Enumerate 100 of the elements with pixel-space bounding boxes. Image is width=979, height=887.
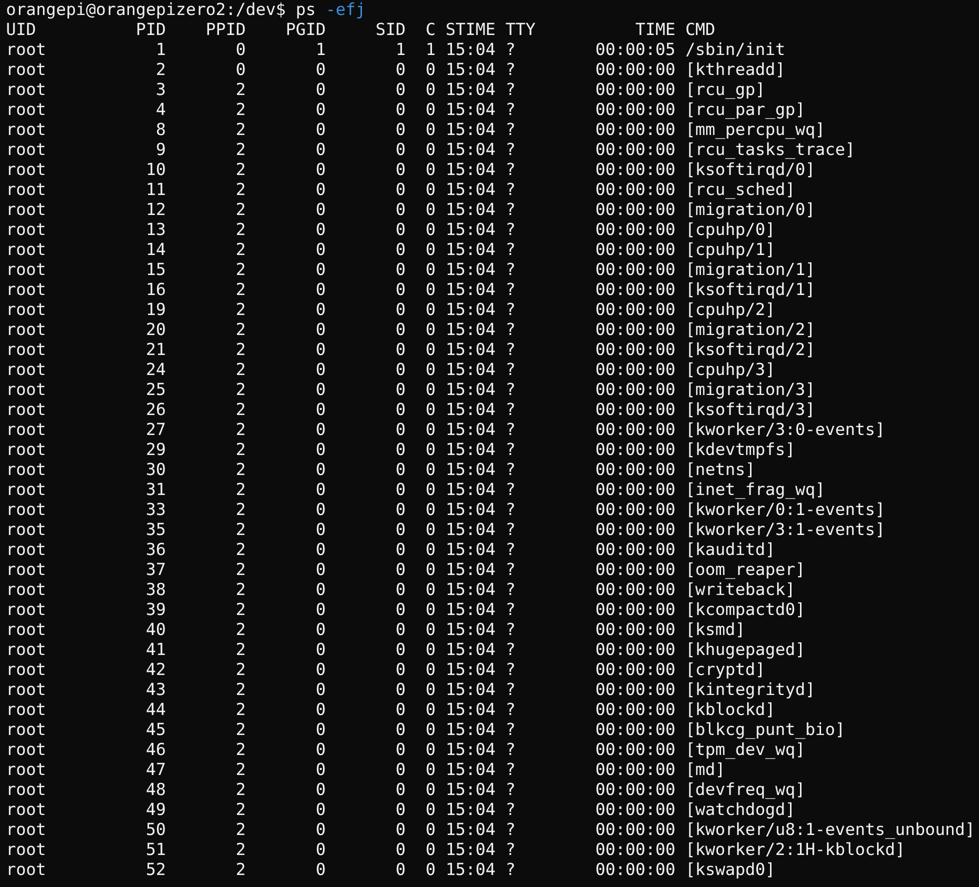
table-cell: 00:00:00 bbox=[595, 720, 676, 739]
table-cell: 45 bbox=[146, 720, 166, 739]
table-cell: 49 bbox=[146, 800, 166, 819]
table-cell: 00:00:00 bbox=[595, 120, 676, 139]
table-cell: 15:04 bbox=[446, 760, 496, 779]
table-cell: 0 bbox=[396, 140, 406, 159]
table-cell: 0 bbox=[426, 700, 436, 719]
table-cell: ? bbox=[506, 500, 516, 519]
table-cell: 0 bbox=[396, 560, 406, 579]
table-cell: [md] bbox=[685, 760, 726, 779]
table-cell: 15:04 bbox=[446, 520, 496, 539]
table-cell: 0 bbox=[426, 100, 436, 119]
table-cell: 0 bbox=[426, 240, 436, 259]
table-cell: 15:04 bbox=[446, 820, 496, 839]
table-cell: 0 bbox=[316, 800, 326, 819]
table-cell: 2 bbox=[236, 180, 246, 199]
table-cell: [rcu_tasks_trace] bbox=[685, 140, 856, 159]
table-cell: 0 bbox=[236, 60, 246, 79]
column-header: C bbox=[426, 20, 436, 39]
table-cell: ? bbox=[506, 400, 516, 419]
table-cell: 0 bbox=[316, 440, 326, 459]
table-cell: 0 bbox=[316, 240, 326, 259]
table-cell: 0 bbox=[426, 60, 436, 79]
table-cell: 2 bbox=[236, 640, 246, 659]
table-cell: 00:00:00 bbox=[595, 220, 676, 239]
table-cell: 15:04 bbox=[446, 220, 496, 239]
table-cell: ? bbox=[506, 60, 516, 79]
column-header: TIME bbox=[635, 20, 676, 39]
table-cell: 15:04 bbox=[446, 640, 496, 659]
table-cell: 0 bbox=[426, 540, 436, 559]
table-cell: 0 bbox=[426, 160, 436, 179]
table-cell: ? bbox=[506, 380, 516, 399]
table-cell: 0 bbox=[396, 240, 406, 259]
table-cell: 0 bbox=[316, 540, 326, 559]
table-cell: 51 bbox=[146, 840, 166, 859]
table-cell: 0 bbox=[396, 460, 406, 479]
column-header: CMD bbox=[685, 20, 716, 39]
table-cell: 0 bbox=[426, 720, 436, 739]
table-cell: 41 bbox=[146, 640, 166, 659]
table-cell: 00:00:00 bbox=[595, 440, 676, 459]
table-cell: 00:00:00 bbox=[595, 280, 676, 299]
table-cell: [ksoftirqd/0] bbox=[685, 160, 816, 179]
table-cell: root bbox=[6, 60, 46, 79]
table-cell: ? bbox=[506, 680, 516, 699]
table-cell: 39 bbox=[146, 600, 166, 619]
table-cell: 1 bbox=[156, 40, 166, 59]
table-cell: 2 bbox=[236, 700, 246, 719]
table-cell: 15:04 bbox=[446, 40, 496, 59]
table-cell: 00:00:00 bbox=[595, 620, 676, 639]
table-cell: [kworker/u8:1-events_unbound] bbox=[685, 820, 976, 839]
table-cell: 00:00:00 bbox=[595, 60, 676, 79]
table-cell: [inet_frag_wq] bbox=[685, 480, 826, 499]
table-cell: 0 bbox=[316, 60, 326, 79]
table-cell: root bbox=[6, 340, 46, 359]
table-cell: ? bbox=[506, 340, 516, 359]
table-cell: 0 bbox=[396, 120, 406, 139]
table-cell: [kworker/3:1-events] bbox=[685, 520, 886, 539]
table-cell: 2 bbox=[236, 760, 246, 779]
table-cell: root bbox=[6, 860, 46, 879]
table-cell: 2 bbox=[236, 860, 246, 879]
table-cell: 0 bbox=[316, 680, 326, 699]
table-cell: 0 bbox=[426, 500, 436, 519]
table-cell: 0 bbox=[316, 280, 326, 299]
table-cell: ? bbox=[506, 40, 516, 59]
table-cell: 00:00:00 bbox=[595, 820, 676, 839]
table-cell: 15:04 bbox=[446, 200, 496, 219]
table-cell: ? bbox=[506, 460, 516, 479]
table-cell: [kauditd] bbox=[685, 540, 776, 559]
table-cell: 0 bbox=[316, 140, 326, 159]
table-cell: 0 bbox=[396, 180, 406, 199]
table-cell: 0 bbox=[426, 760, 436, 779]
table-cell: 2 bbox=[236, 580, 246, 599]
table-cell: 0 bbox=[396, 540, 406, 559]
table-cell: 0 bbox=[396, 380, 406, 399]
table-cell: root bbox=[6, 420, 46, 439]
table-cell: [netns] bbox=[685, 460, 756, 479]
table-cell: 47 bbox=[146, 760, 166, 779]
table-cell: 0 bbox=[316, 500, 326, 519]
table-cell: 0 bbox=[316, 660, 326, 679]
table-cell: 27 bbox=[146, 420, 166, 439]
table-cell: [devfreq_wq] bbox=[685, 780, 806, 799]
table-cell: 0 bbox=[316, 600, 326, 619]
table-cell: 0 bbox=[396, 200, 406, 219]
table-cell: root bbox=[6, 480, 46, 499]
table-cell: 0 bbox=[426, 460, 436, 479]
table-cell: 15:04 bbox=[446, 840, 496, 859]
table-cell: 15:04 bbox=[446, 700, 496, 719]
table-cell: 00:00:00 bbox=[595, 520, 676, 539]
table-cell: ? bbox=[506, 240, 516, 259]
table-cell: [ksoftirqd/2] bbox=[685, 340, 816, 359]
table-cell: 0 bbox=[236, 40, 246, 59]
table-cell: 15:04 bbox=[446, 420, 496, 439]
table-cell: 2 bbox=[236, 780, 246, 799]
table-cell: 15:04 bbox=[446, 800, 496, 819]
table-cell: [blkcg_punt_bio] bbox=[685, 720, 846, 739]
table-cell: 2 bbox=[236, 520, 246, 539]
table-cell: 15:04 bbox=[446, 780, 496, 799]
table-cell: 00:00:00 bbox=[595, 840, 676, 859]
table-cell: 00:00:00 bbox=[595, 480, 676, 499]
table-cell: ? bbox=[506, 580, 516, 599]
